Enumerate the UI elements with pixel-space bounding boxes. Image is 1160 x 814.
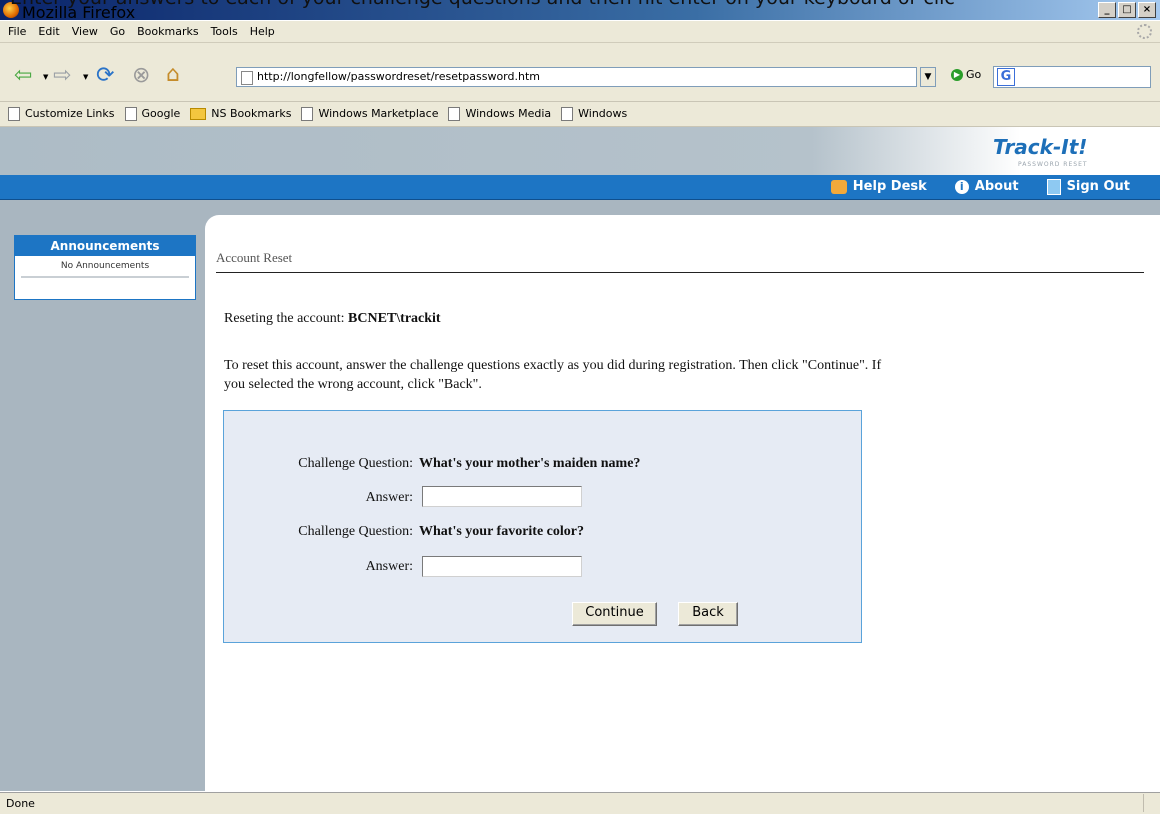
address-dropdown-button[interactable]: ▼	[920, 67, 936, 87]
go-label: Go	[966, 68, 982, 81]
bookmarks-toolbar: Customize Links Google NS Bookmarks Wind…	[0, 102, 1160, 127]
status-text: Done	[6, 797, 35, 810]
help-desk-link[interactable]: Help Desk	[830, 175, 927, 198]
status-bar: Done	[0, 792, 1160, 814]
bookmark-windows-marketplace[interactable]: Windows Marketplace	[301, 102, 438, 126]
google-search-icon[interactable]: G	[997, 68, 1015, 86]
continue-button[interactable]: Continue	[572, 602, 657, 626]
stop-icon[interactable]: ⊗	[132, 64, 150, 88]
trackit-subtitle: PASSWORD RESET	[1018, 161, 1088, 168]
reload-icon[interactable]: ⟳	[96, 64, 114, 88]
about-link[interactable]: i About	[954, 175, 1019, 198]
menu-bar: File Edit View Go Bookmarks Tools Help	[0, 21, 1160, 43]
challenge-question-label-1: Challenge Question:	[298, 456, 413, 471]
sign-out-link[interactable]: Sign Out	[1046, 175, 1130, 198]
page-title: Account Reset	[216, 250, 293, 265]
overlay-caption: Enter your answers to each of your chall…	[10, 0, 955, 9]
bookmark-windows-media[interactable]: Windows Media	[448, 102, 551, 126]
menu-help[interactable]: Help	[250, 21, 275, 42]
back-dropdown-icon[interactable]: ▼	[43, 73, 48, 81]
announcements-panel: Announcements No Announcements	[14, 235, 196, 300]
menu-edit[interactable]: Edit	[38, 21, 59, 42]
app-header	[0, 127, 1160, 175]
forward-arrow-icon[interactable]: ⇨	[53, 64, 71, 88]
back-arrow-icon[interactable]: ⇦	[14, 64, 32, 88]
reset-prefix: Reseting the account:	[224, 311, 349, 326]
answer-field-1[interactable]	[422, 486, 582, 507]
page-icon	[8, 107, 20, 121]
challenge-question-1: What's your mother's maiden name?	[419, 456, 641, 471]
menu-bookmarks[interactable]: Bookmarks	[137, 21, 198, 42]
challenge-question-label-2: Challenge Question:	[298, 524, 413, 539]
home-icon[interactable]: ⌂	[166, 63, 180, 87]
back-button[interactable]: Back	[678, 602, 738, 626]
page-icon	[241, 71, 253, 85]
window-controls: _ □ ×	[1098, 2, 1156, 18]
bookmark-ns-bookmarks[interactable]: NS Bookmarks	[190, 102, 291, 126]
address-url[interactable]: http://longfellow/passwordreset/resetpas…	[257, 70, 540, 83]
reset-account-line: Reseting the account: BCNET\trackit	[224, 311, 441, 327]
go-arrow-icon: ▶	[951, 68, 963, 81]
bookmark-windows[interactable]: Windows	[561, 102, 627, 126]
address-bar[interactable]: http://longfellow/passwordreset/resetpas…	[236, 67, 917, 87]
sign-out-icon	[1046, 178, 1061, 195]
menu-tools[interactable]: Tools	[211, 21, 238, 42]
maximize-button[interactable]: □	[1118, 2, 1136, 18]
menu-file[interactable]: File	[8, 21, 26, 42]
app-nav-bar: Help Desk i About Sign Out	[0, 175, 1160, 200]
announcements-divider	[21, 276, 189, 278]
resize-grip-icon[interactable]	[1143, 794, 1160, 812]
activity-throbber-icon	[1137, 24, 1152, 39]
bookmark-google[interactable]: Google	[124, 102, 180, 126]
page-icon	[301, 107, 314, 121]
menu-go[interactable]: Go	[110, 21, 125, 42]
answer-label-1: Answer:	[365, 490, 413, 505]
forward-dropdown-icon[interactable]: ▼	[83, 73, 88, 81]
help-desk-icon	[830, 179, 847, 194]
menu-view[interactable]: View	[72, 21, 98, 42]
reset-instructions: To reset this account, answer the challe…	[224, 358, 882, 392]
page-icon	[448, 107, 461, 121]
minimize-button[interactable]: _	[1098, 2, 1116, 18]
announcements-body: No Announcements	[60, 261, 150, 271]
title-divider	[216, 272, 1144, 273]
answer-field-2[interactable]	[422, 556, 582, 577]
search-input[interactable]: G	[993, 66, 1151, 88]
go-button[interactable]: ▶ Go	[951, 68, 981, 81]
answer-label-2: Answer:	[365, 559, 413, 574]
account-name: BCNET\trackit	[348, 311, 441, 326]
announcements-title: Announcements	[15, 236, 195, 256]
page-icon	[124, 107, 137, 121]
info-icon: i	[954, 179, 969, 194]
bookmark-customize-links[interactable]: Customize Links	[8, 102, 115, 126]
challenge-question-2: What's your favorite color?	[419, 524, 584, 539]
page-icon	[561, 107, 574, 121]
folder-icon	[190, 108, 207, 120]
close-button[interactable]: ×	[1138, 2, 1156, 18]
trackit-logo: Track-It!	[993, 135, 1088, 159]
